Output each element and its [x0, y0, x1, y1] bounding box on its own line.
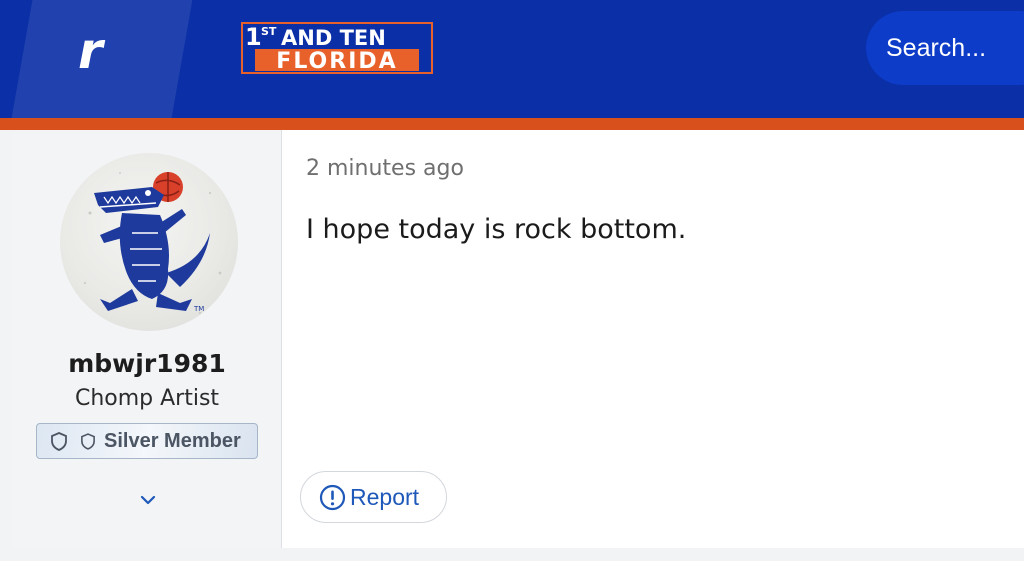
post-body: I hope today is rock bottom.: [306, 214, 687, 245]
avatar[interactable]: TM: [60, 153, 238, 331]
report-button-label: Report: [350, 484, 420, 510]
member-badge-label: Silver Member: [104, 430, 241, 452]
logo-numeral: 1: [245, 23, 262, 51]
shield-icon: [51, 432, 67, 451]
post-timestamp[interactable]: 2 minutes ago: [306, 156, 464, 181]
forum-post: TM mbwjr1981 Chomp Artist Silver Member …: [12, 130, 1024, 548]
shield-icon: [81, 433, 95, 450]
chevron-down-icon[interactable]: [138, 492, 158, 508]
header-accent-bar: [0, 118, 1024, 130]
site-logo[interactable]: 1 ST AND TEN FLORIDA: [241, 22, 433, 74]
member-badge: Silver Member: [36, 423, 258, 459]
post-content: 2 minutes ago I hope today is rock botto…: [282, 130, 1024, 548]
alert-circle-icon: [319, 484, 346, 511]
site-header: r 1 ST AND TEN FLORIDA Search...: [0, 0, 1024, 118]
post-author-title: Chomp Artist: [74, 386, 220, 411]
search-input[interactable]: Search...: [866, 11, 1024, 85]
logo-line1: AND TEN: [281, 26, 386, 50]
logo-superscript: ST: [261, 25, 277, 38]
r-logo-icon[interactable]: r: [78, 26, 128, 76]
post-author-username[interactable]: mbwjr1981: [12, 349, 282, 378]
search-placeholder: Search...: [886, 34, 987, 62]
report-button[interactable]: Report: [300, 471, 447, 523]
logo-line2: FLORIDA: [276, 49, 397, 74]
post-author-sidebar: TM mbwjr1981 Chomp Artist Silver Member: [12, 130, 282, 548]
svg-text:TM: TM: [193, 305, 204, 313]
gator-mascot-icon: TM: [83, 172, 222, 314]
